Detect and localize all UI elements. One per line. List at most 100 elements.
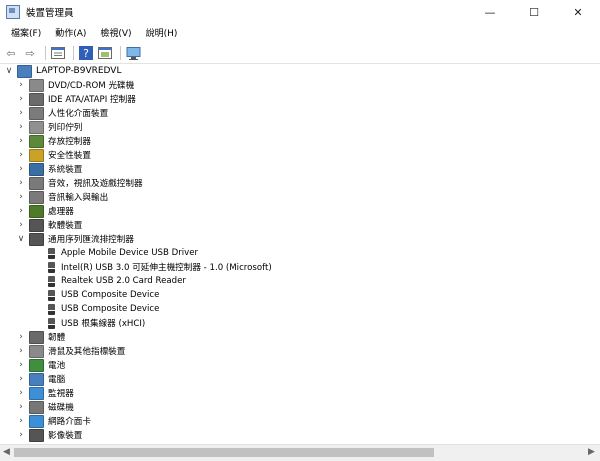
collapse-arrow-icon[interactable]: ∨ — [16, 234, 26, 244]
collapse-arrow-icon[interactable]: ∨ — [4, 66, 14, 76]
expand-arrow-icon[interactable]: › — [16, 220, 26, 230]
scrollbar-thumb[interactable] — [14, 448, 434, 457]
usb-device-icon — [48, 317, 55, 329]
expand-arrow-icon[interactable]: › — [16, 136, 26, 146]
scroll-right-icon[interactable]: ▶ — [588, 447, 595, 457]
tree-device[interactable]: Intel(R) USB 3.0 可延伸主機控制器 - 1.0 (Microso… — [0, 260, 600, 274]
forward-icon[interactable]: ⇨ — [22, 45, 38, 61]
expand-arrow-icon[interactable]: › — [16, 94, 26, 104]
tree-item-label: 存放控制器 — [48, 137, 91, 147]
back-icon[interactable]: ⇦ — [3, 45, 19, 61]
tree-category[interactable]: › 影像裝置 — [0, 428, 600, 442]
expand-arrow-icon[interactable]: › — [16, 332, 26, 342]
mouse-icon — [29, 344, 44, 358]
expand-arrow-icon[interactable]: › — [16, 388, 26, 398]
tree-category[interactable]: › 列印佇列 — [0, 120, 600, 134]
scan-hardware-icon[interactable] — [125, 45, 141, 61]
menu-file[interactable]: 檔案(F) — [4, 25, 48, 43]
tree-device[interactable]: USB 根集線器 (xHCI) — [0, 316, 600, 330]
expand-arrow-icon[interactable]: › — [16, 206, 26, 216]
monitor-icon — [29, 386, 44, 400]
computer-icon — [29, 372, 44, 386]
menu-action[interactable]: 動作(A) — [48, 25, 93, 43]
menu-help[interactable]: 說明(H) — [139, 25, 185, 43]
tree-item-label: 電腦 — [48, 375, 66, 385]
tree-device[interactable]: Realtek USB 2.0 Card Reader — [0, 274, 600, 288]
menu-view[interactable]: 檢視(V) — [93, 25, 138, 43]
expand-arrow-icon[interactable]: › — [16, 108, 26, 118]
tree-category[interactable]: › 磁碟機 — [0, 400, 600, 414]
tree-device[interactable]: USB Composite Device — [0, 288, 600, 302]
tree-item-label: Intel(R) USB 3.0 可延伸主機控制器 - 1.0 (Microso… — [61, 263, 272, 273]
tree-category[interactable]: › 網路介面卡 — [0, 414, 600, 428]
toolbar-separator — [120, 46, 121, 60]
expand-arrow-icon[interactable]: › — [16, 430, 26, 440]
expand-arrow-icon[interactable]: › — [16, 416, 26, 426]
tree-item-label: LAPTOP-B9VREDVL — [36, 66, 122, 76]
tree-category[interactable]: › 音訊輸入與輸出 — [0, 190, 600, 204]
tree-category[interactable]: ∨ 通用序列匯流排控制器 — [0, 232, 600, 246]
tree-item-label: USB Composite Device — [61, 304, 160, 314]
disk-drive-icon — [29, 400, 44, 414]
tree-category[interactable]: › 人性化介面裝置 — [0, 106, 600, 120]
horizontal-scrollbar[interactable]: ◀ ▶ — [0, 444, 600, 461]
tree-item-label: 處理器 — [48, 207, 74, 217]
tree-item-label: 網路介面卡 — [48, 417, 91, 427]
storage-controller-icon — [29, 134, 44, 148]
tree-category[interactable]: › 軟體裝置 — [0, 218, 600, 232]
tree-category[interactable]: › IDE ATA/ATAPI 控制器 — [0, 92, 600, 106]
network-adapter-icon — [29, 414, 44, 428]
tree-item-label: 音訊輸入與輸出 — [48, 193, 109, 203]
tree-device[interactable]: Apple Mobile Device USB Driver — [0, 246, 600, 260]
tree-category[interactable]: › 滑鼠及其他指標裝置 — [0, 344, 600, 358]
tree-root-computer[interactable]: ∨ LAPTOP-B9VREDVL — [0, 64, 600, 78]
properties-icon[interactable] — [50, 45, 66, 61]
tree-category[interactable]: › 系統裝置 — [0, 162, 600, 176]
close-button[interactable]: ✕ — [556, 0, 600, 24]
expand-arrow-icon[interactable]: › — [16, 164, 26, 174]
window-title: 裝置管理員 — [26, 8, 74, 19]
tree-item-label: 音效，視訊及遊戲控制器 — [48, 179, 143, 189]
tree-category[interactable]: › 存放控制器 — [0, 134, 600, 148]
scroll-left-icon[interactable]: ◀ — [3, 447, 10, 457]
tree-category[interactable]: › 處理器 — [0, 204, 600, 218]
tree-category[interactable]: › 安全性裝置 — [0, 148, 600, 162]
usb-device-icon — [48, 247, 55, 259]
minimize-button[interactable]: — — [468, 0, 512, 24]
tree-item-label: DVD/CD-ROM 光碟機 — [48, 81, 135, 91]
expand-arrow-icon[interactable]: › — [16, 346, 26, 356]
device-tree[interactable]: ∨ LAPTOP-B9VREDVL › DVD/CD-ROM 光碟機 › IDE ATA/… — [0, 64, 600, 444]
tree-device[interactable]: USB Composite Device — [0, 302, 600, 316]
help-icon[interactable]: ? — [78, 45, 94, 61]
tree-category[interactable]: › DVD/CD-ROM 光碟機 — [0, 78, 600, 92]
usb-device-icon — [48, 289, 55, 301]
maximize-button[interactable]: ☐ — [512, 0, 556, 24]
hid-icon — [29, 106, 44, 120]
tree-item-label: IDE ATA/ATAPI 控制器 — [48, 95, 136, 105]
dvd-drive-icon — [29, 78, 44, 92]
expand-arrow-icon[interactable]: › — [16, 80, 26, 90]
tree-category[interactable]: › 音效，視訊及遊戲控制器 — [0, 176, 600, 190]
expand-arrow-icon[interactable]: › — [16, 192, 26, 202]
expand-arrow-icon[interactable]: › — [16, 402, 26, 412]
system-device-icon — [29, 162, 44, 176]
tree-item-label: 磁碟機 — [48, 403, 74, 413]
update-driver-icon[interactable] — [97, 45, 113, 61]
tree-category[interactable]: › 韌體 — [0, 330, 600, 344]
expand-arrow-icon[interactable]: › — [16, 374, 26, 384]
tree-item-label: 滑鼠及其他指標裝置 — [48, 347, 126, 357]
tree-item-label: USB Composite Device — [61, 290, 160, 300]
expand-arrow-icon[interactable]: › — [16, 150, 26, 160]
expand-arrow-icon[interactable]: › — [16, 178, 26, 188]
tree-item-label: 監視器 — [48, 389, 74, 399]
expand-arrow-icon[interactable]: › — [16, 122, 26, 132]
toolbar: ⇦ ⇨ ? — [0, 43, 600, 64]
tree-category[interactable]: › 監視器 — [0, 386, 600, 400]
tree-category[interactable]: › 電池 — [0, 358, 600, 372]
tree-item-label: 電池 — [48, 361, 66, 371]
tree-item-label: USB 根集線器 (xHCI) — [61, 319, 146, 329]
expand-arrow-icon[interactable]: › — [16, 360, 26, 370]
software-device-icon — [29, 218, 44, 232]
speaker-icon — [29, 176, 44, 190]
tree-category[interactable]: › 電腦 — [0, 372, 600, 386]
